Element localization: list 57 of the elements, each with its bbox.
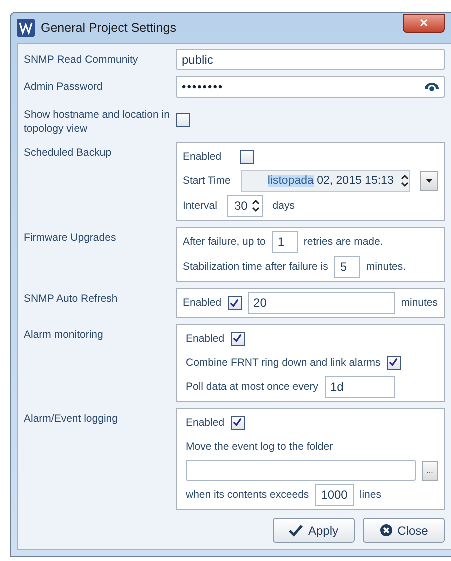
spinner-icon[interactable]: [401, 174, 409, 188]
label: days: [272, 200, 295, 212]
checkbox[interactable]: [240, 150, 254, 164]
checkbox[interactable]: [230, 416, 245, 430]
label: Stabilization time after failure is: [183, 261, 328, 273]
field-label: Show hostname and location in topology view: [24, 108, 171, 136]
field-label: SNMP Read Community: [24, 53, 140, 67]
field-label: Alarm monitoring: [24, 328, 104, 342]
field-label: Alarm/Event logging: [24, 412, 119, 426]
label: minutes: [401, 297, 438, 309]
label: lines: [360, 489, 382, 501]
label: After failure, up to: [183, 236, 266, 248]
spinner-value: 30: [234, 199, 248, 213]
spinner-icon[interactable]: [252, 199, 260, 213]
field-label: Scheduled Backup: [24, 146, 113, 160]
dropdown-button[interactable]: [420, 171, 438, 191]
label: Start Time: [183, 175, 231, 187]
label: minutes.: [366, 261, 406, 273]
label: Combine FRNT ring down and link alarms: [186, 356, 381, 368]
input-field[interactable]: public: [176, 49, 445, 70]
password-text: ••••••••: [182, 80, 225, 94]
field-label: Admin Password: [24, 80, 104, 94]
label: Move the event log to the folder: [186, 440, 334, 452]
input-field[interactable]: 5: [334, 256, 360, 278]
apply-button[interactable]: Apply: [273, 518, 355, 543]
folder-field[interactable]: [186, 460, 416, 481]
label: Poll data at most once every: [186, 381, 318, 393]
label: Enabled: [183, 150, 222, 162]
app-logo-icon: [17, 19, 35, 37]
window-title: General Project Settings: [41, 21, 176, 35]
browse-button[interactable]: ...: [422, 460, 438, 480]
label: Enabled: [186, 416, 225, 428]
checkbox[interactable]: [228, 296, 242, 310]
label: Enabled: [183, 297, 222, 309]
checkbox[interactable]: [230, 332, 245, 346]
input-field[interactable]: 20: [248, 292, 396, 314]
label: Enabled: [186, 332, 225, 344]
password-field[interactable]: ••••••••: [176, 76, 445, 98]
label: Interval: [183, 200, 218, 212]
selected-text: listopada: [268, 175, 314, 187]
close-button[interactable]: Close: [363, 518, 445, 543]
input-field[interactable]: 1000: [315, 484, 354, 506]
interval-spinner[interactable]: 30: [227, 195, 263, 217]
label: retries are made.: [304, 236, 384, 248]
field-label: SNMP Auto Refresh: [24, 292, 119, 306]
caret-icon: [426, 179, 432, 183]
input-field[interactable]: 1d: [324, 376, 394, 398]
checkbox[interactable]: [176, 113, 190, 127]
checkbox[interactable]: [386, 356, 401, 370]
date-text: 02, 2015 15:13: [316, 175, 395, 187]
field-label: Firmware Upgrades: [24, 231, 118, 245]
checkmark-icon: [289, 524, 304, 536]
close-icon: [380, 524, 393, 537]
date-field[interactable]: listopada 02, 2015 15:13: [240, 170, 410, 192]
eye-icon[interactable]: [425, 82, 439, 92]
label: when its contents exceeds: [186, 489, 310, 501]
input-field[interactable]: 1: [272, 231, 298, 253]
